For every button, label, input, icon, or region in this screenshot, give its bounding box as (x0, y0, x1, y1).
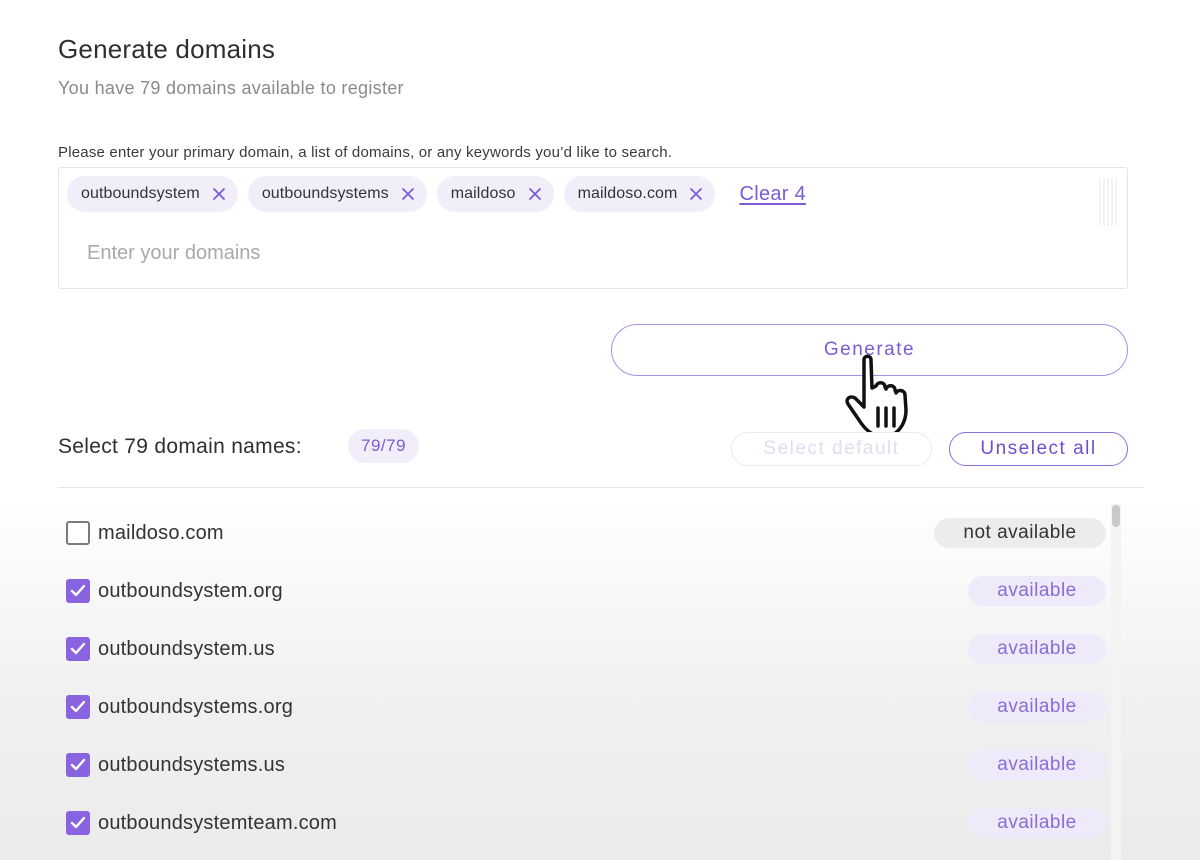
domain-chip: maildoso (436, 176, 554, 212)
domain-list: maildoso.com not available outboundsyste… (58, 504, 1108, 852)
list-item: outboundsystemteam.com available (58, 794, 1108, 852)
checkmark-icon (70, 584, 86, 597)
domain-input[interactable] (87, 238, 787, 268)
status-badge: available (968, 634, 1106, 664)
page-subtitle: You have 79 domains available to registe… (58, 78, 404, 98)
checkmark-icon (70, 700, 86, 713)
checkmark-icon (70, 642, 86, 655)
unselect-all-button[interactable]: Unselect all (949, 432, 1128, 466)
list-scrollbar-thumb[interactable] (1112, 505, 1120, 527)
domain-name: outboundsystems.us (98, 753, 286, 776)
input-instruction: Please enter your primary domain, a list… (58, 144, 673, 161)
domain-checkbox[interactable] (66, 521, 90, 545)
select-default-button[interactable]: Select default (731, 432, 932, 466)
domain-checkbox[interactable] (66, 637, 90, 661)
hand-pointer-icon (845, 354, 908, 438)
clear-all-link[interactable]: Clear 4 (739, 183, 806, 206)
list-item: outboundsystem.us available (58, 620, 1108, 678)
close-icon[interactable] (689, 187, 703, 201)
chip-label: maildoso.com (577, 185, 678, 202)
domain-name: outboundsystem.org (98, 579, 283, 602)
status-badge: available (968, 808, 1106, 838)
close-icon[interactable] (401, 187, 415, 201)
domain-checkbox[interactable] (66, 579, 90, 603)
divider (58, 487, 1144, 488)
close-icon[interactable] (212, 187, 226, 201)
chip-label: outboundsystem (81, 185, 200, 202)
status-badge: available (968, 576, 1106, 606)
list-item: outboundsystems.us available (58, 736, 1108, 794)
domain-checkbox[interactable] (66, 695, 90, 719)
chip-list: outboundsystem outboundsystems maildoso … (67, 176, 806, 212)
domain-checkbox[interactable] (66, 753, 90, 777)
domain-checkbox[interactable] (66, 811, 90, 835)
domain-name: outboundsystems.org (98, 695, 294, 718)
status-badge: not available (934, 518, 1106, 548)
domain-chip: outboundsystems (247, 176, 427, 212)
select-domains-label: Select 79 domain names: (58, 435, 302, 458)
domain-chip: maildoso.com (563, 176, 716, 212)
status-badge: available (968, 692, 1106, 722)
selected-count-badge: 79/79 (348, 429, 420, 463)
close-icon[interactable] (528, 187, 542, 201)
input-scrollbar[interactable] (1099, 178, 1117, 226)
list-item: outboundsystem.org available (58, 562, 1108, 620)
domain-entry-box[interactable]: outboundsystem outboundsystems maildoso … (58, 167, 1128, 289)
chip-label: maildoso (450, 185, 516, 202)
checkmark-icon (70, 816, 86, 829)
list-item: maildoso.com not available (58, 504, 1108, 562)
chip-label: outboundsystems (261, 185, 389, 202)
list-item: outboundsystems.org available (58, 678, 1108, 736)
status-badge: available (968, 750, 1106, 780)
domain-name: maildoso.com (98, 521, 224, 544)
domain-chip: outboundsystem (67, 176, 238, 212)
checkmark-icon (70, 758, 86, 771)
domain-name: outboundsystem.us (98, 637, 275, 660)
list-scrollbar[interactable] (1111, 504, 1121, 860)
domain-name: outboundsystemteam.com (98, 811, 337, 834)
page-title: Generate domains (58, 34, 276, 64)
